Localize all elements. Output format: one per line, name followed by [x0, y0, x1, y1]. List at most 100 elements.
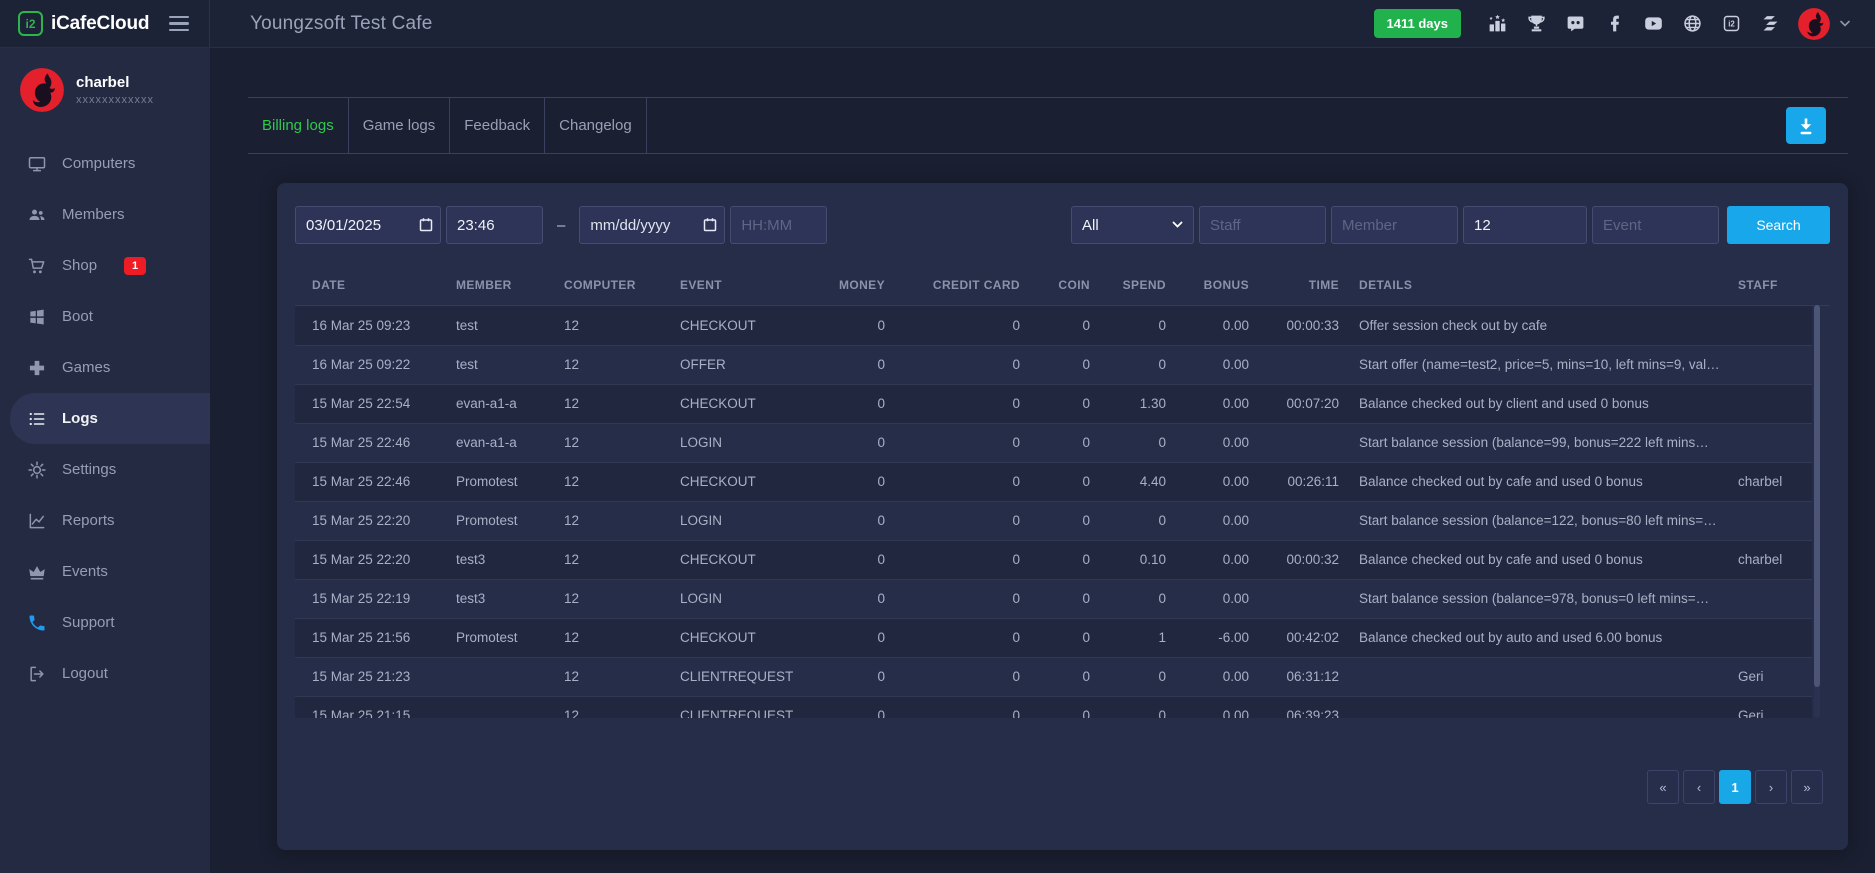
cell-spend: 0	[1090, 423, 1166, 462]
range-separator: –	[557, 217, 565, 234]
sidebar: charbel xxxxxxxxxxxx Computers Members S…	[0, 48, 210, 873]
sidebar-item-settings[interactable]: Settings	[0, 444, 210, 495]
youtube-icon[interactable]	[1642, 13, 1664, 35]
account-chevron-down-icon[interactable]	[1839, 15, 1851, 33]
cell-date: 15 Mar 25 22:19	[295, 579, 456, 618]
cell-event: CHECKOUT	[680, 462, 800, 501]
trophy-icon[interactable]	[1525, 13, 1547, 35]
cell-date: 15 Mar 25 22:20	[295, 540, 456, 579]
cell-spend: 0	[1090, 696, 1166, 718]
sidebar-item-label: Events	[62, 563, 108, 580]
cell-credit-card: 0	[885, 579, 1020, 618]
cell-time	[1249, 345, 1339, 384]
table-scrollbar[interactable]	[1814, 305, 1820, 718]
sidebar-item-label: Games	[62, 359, 110, 376]
pagination-last-button[interactable]: »	[1791, 770, 1823, 804]
cell-bonus: 0.00	[1166, 462, 1249, 501]
table-row: 15 Mar 25 22:20Promotest12LOGIN00000.00S…	[295, 501, 1812, 540]
cell-details	[1339, 657, 1720, 696]
cell-member: evan-a1-a	[456, 384, 564, 423]
col-header-date: DATE	[295, 265, 456, 305]
time-to-input[interactable]	[730, 206, 827, 244]
cell-date: 16 Mar 25 09:22	[295, 345, 456, 384]
col-header-event: EVENT	[680, 265, 800, 305]
menu-toggle-icon[interactable]	[169, 16, 189, 32]
cell-computer: 12	[564, 501, 680, 540]
col-header-computer: COMPUTER	[564, 265, 680, 305]
table-row: 15 Mar 25 22:20test312CHECKOUT0000.100.0…	[295, 540, 1812, 579]
pagination-prev-button[interactable]: ‹	[1683, 770, 1715, 804]
sidebar-item-events[interactable]: Events	[0, 546, 210, 597]
sidebar-item-games[interactable]: Games	[0, 342, 210, 393]
facebook-icon[interactable]	[1603, 13, 1625, 35]
icafecloud-logo-icon: i2	[18, 11, 43, 36]
sidebar-item-shop[interactable]: Shop 1	[0, 240, 210, 291]
scrollbar-thumb[interactable]	[1814, 305, 1820, 687]
date-to-input[interactable]	[579, 206, 725, 244]
cell-staff: Geri	[1720, 657, 1812, 696]
sidebar-item-reports[interactable]: Reports	[0, 495, 210, 546]
sidebar-item-logs[interactable]: Logs	[10, 393, 210, 444]
pagination-next-button[interactable]: ›	[1755, 770, 1787, 804]
cell-details: Start offer (name=test2, price=5, mins=1…	[1339, 345, 1720, 384]
tab-billing-logs[interactable]: Billing logs	[248, 98, 349, 153]
ranking-icon[interactable]	[1486, 13, 1508, 35]
search-button[interactable]: Search	[1727, 206, 1830, 244]
subscription-days-badge[interactable]: 1411 days	[1374, 9, 1461, 38]
sidebar-item-members[interactable]: Members	[0, 189, 210, 240]
sidebar-item-computers[interactable]: Computers	[0, 138, 210, 189]
cell-event: CHECKOUT	[680, 618, 800, 657]
icafecloud-icon[interactable]: i2	[1720, 13, 1742, 35]
event-type-select[interactable]: All	[1071, 206, 1194, 244]
billing-logs-panel: – All Sea	[277, 183, 1848, 850]
computer-input[interactable]	[1463, 206, 1587, 244]
pagination-first-button[interactable]: «	[1647, 770, 1679, 804]
app-logo[interactable]: i2 iCafeCloud	[18, 11, 149, 36]
staff-input[interactable]	[1199, 206, 1326, 244]
sidebar-item-boot[interactable]: Boot	[0, 291, 210, 342]
pagination-page-1-button[interactable]: 1	[1719, 770, 1751, 804]
sidebar-item-label: Reports	[62, 512, 115, 529]
cell-coin: 0	[1020, 462, 1090, 501]
sidebar-item-logout[interactable]: Logout	[0, 648, 210, 699]
tab-game-logs[interactable]: Game logs	[349, 98, 451, 153]
download-button[interactable]	[1786, 107, 1826, 144]
table-header-row: DATE MEMBER COMPUTER EVENT MONEY CREDIT …	[295, 265, 1812, 305]
table-row: 15 Mar 25 22:19test312LOGIN00000.00Start…	[295, 579, 1812, 618]
tab-feedback[interactable]: Feedback	[450, 98, 545, 153]
cell-coin: 0	[1020, 423, 1090, 462]
table-row: 15 Mar 25 21:56Promotest12CHECKOUT0001-6…	[295, 618, 1812, 657]
user-avatar[interactable]	[1798, 8, 1830, 40]
cell-bonus: 0.00	[1166, 657, 1249, 696]
windows-icon	[27, 307, 47, 327]
cell-computer: 12	[564, 540, 680, 579]
page-title: Youngzsoft Test Cafe	[250, 13, 433, 35]
cell-staff: Geri	[1720, 696, 1812, 718]
cell-time: 00:00:33	[1249, 306, 1339, 345]
time-from-input[interactable]	[446, 206, 543, 244]
cell-date: 15 Mar 25 21:56	[295, 618, 456, 657]
monitor-icon	[27, 154, 47, 174]
discord-icon[interactable]	[1564, 13, 1586, 35]
cell-member	[456, 657, 564, 696]
tab-changelog[interactable]: Changelog	[545, 98, 647, 153]
sidebar-item-label: Support	[62, 614, 115, 631]
event-input[interactable]	[1592, 206, 1719, 244]
cell-coin: 0	[1020, 540, 1090, 579]
col-header-credit-card: CREDIT CARD	[885, 265, 1020, 305]
sidebar-item-label: Members	[62, 206, 125, 223]
member-input[interactable]	[1331, 206, 1458, 244]
cell-date: 15 Mar 25 22:46	[295, 423, 456, 462]
layers-icon[interactable]	[1759, 13, 1781, 35]
member-field	[1331, 206, 1458, 244]
cell-date: 15 Mar 25 22:46	[295, 462, 456, 501]
cell-details: Balance checked out by cafe and used 0 b…	[1339, 462, 1720, 501]
cell-credit-card: 0	[885, 657, 1020, 696]
globe-icon[interactable]	[1681, 13, 1703, 35]
sidebar-item-support[interactable]: Support	[0, 597, 210, 648]
cell-computer: 12	[564, 696, 680, 718]
table-row: 16 Mar 25 09:22test12OFFER00000.00Start …	[295, 345, 1812, 384]
date-from-input[interactable]	[295, 206, 441, 244]
col-header-spend: SPEND	[1090, 265, 1166, 305]
cell-date: 16 Mar 25 09:23	[295, 306, 456, 345]
